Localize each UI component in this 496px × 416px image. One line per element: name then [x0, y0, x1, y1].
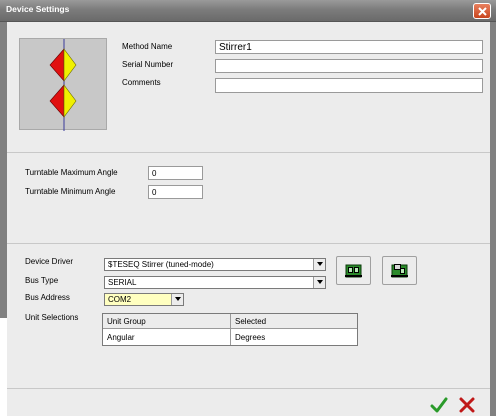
- serial-number-label: Serial Number: [122, 60, 174, 69]
- max-angle-label: Turntable Maximum Angle: [25, 168, 118, 177]
- device-save-button[interactable]: [382, 256, 417, 285]
- bus-address-value: COM2: [108, 295, 132, 304]
- bus-address-label: Bus Address: [25, 293, 70, 302]
- unit-selections-table[interactable]: Unit Group Selected Angular Degrees: [102, 313, 358, 346]
- method-name-field[interactable]: Stirrer1: [215, 40, 483, 54]
- bus-type-value: SERIAL: [108, 278, 137, 287]
- separator-3: [7, 388, 490, 389]
- left-frame-bottom: [0, 318, 7, 416]
- chevron-down-icon: [317, 262, 323, 266]
- window-title: Device Settings: [6, 4, 70, 14]
- min-angle-label: Turntable Minimum Angle: [25, 187, 116, 196]
- right-frame: [490, 22, 496, 416]
- bus-type-select[interactable]: SERIAL: [104, 276, 326, 289]
- title-bar: Device Settings: [0, 0, 496, 22]
- separator-2: [7, 243, 490, 244]
- device-driver-dropdown[interactable]: [313, 259, 325, 270]
- chevron-down-icon: [317, 280, 323, 284]
- close-icon: [478, 7, 487, 16]
- chevron-down-icon: [175, 297, 181, 301]
- comments-field[interactable]: [215, 78, 483, 93]
- checkmark-icon: [430, 397, 448, 413]
- device-save-icon: [391, 264, 408, 278]
- comments-label: Comments: [122, 78, 161, 87]
- device-driver-select[interactable]: $TESEQ Stirrer (tuned-mode): [104, 258, 326, 271]
- separator-1: [7, 152, 490, 153]
- bus-type-label: Bus Type: [25, 276, 59, 285]
- unit-selections-label: Unit Selections: [25, 313, 79, 322]
- ok-button[interactable]: [430, 396, 448, 414]
- table-cell-unit-group[interactable]: Angular: [103, 330, 230, 345]
- column-header-unit-group[interactable]: Unit Group: [103, 314, 230, 329]
- method-name-label: Method Name: [122, 42, 173, 51]
- min-angle-field[interactable]: 0: [148, 185, 203, 199]
- close-button[interactable]: [473, 3, 491, 19]
- serial-number-field[interactable]: [215, 59, 483, 73]
- cancel-button[interactable]: [458, 396, 476, 414]
- bus-address-dropdown[interactable]: [171, 294, 183, 305]
- bus-type-dropdown[interactable]: [313, 277, 325, 288]
- bus-address-select[interactable]: COM2: [104, 293, 184, 306]
- device-driver-label: Device Driver: [25, 257, 74, 266]
- device-config-icon: [345, 264, 362, 278]
- x-icon: [459, 397, 475, 413]
- table-cell-selected[interactable]: Degrees: [231, 330, 357, 345]
- column-header-selected[interactable]: Selected: [231, 314, 357, 329]
- stirrer-icon: [49, 39, 77, 131]
- stirrer-preview: [19, 38, 107, 131]
- device-driver-value: $TESEQ Stirrer (tuned-mode): [108, 260, 214, 269]
- device-config-button[interactable]: [336, 256, 371, 285]
- max-angle-field[interactable]: 0: [148, 166, 203, 180]
- device-settings-window: Device Settings Method Name Stirrer1 Ser…: [0, 0, 496, 416]
